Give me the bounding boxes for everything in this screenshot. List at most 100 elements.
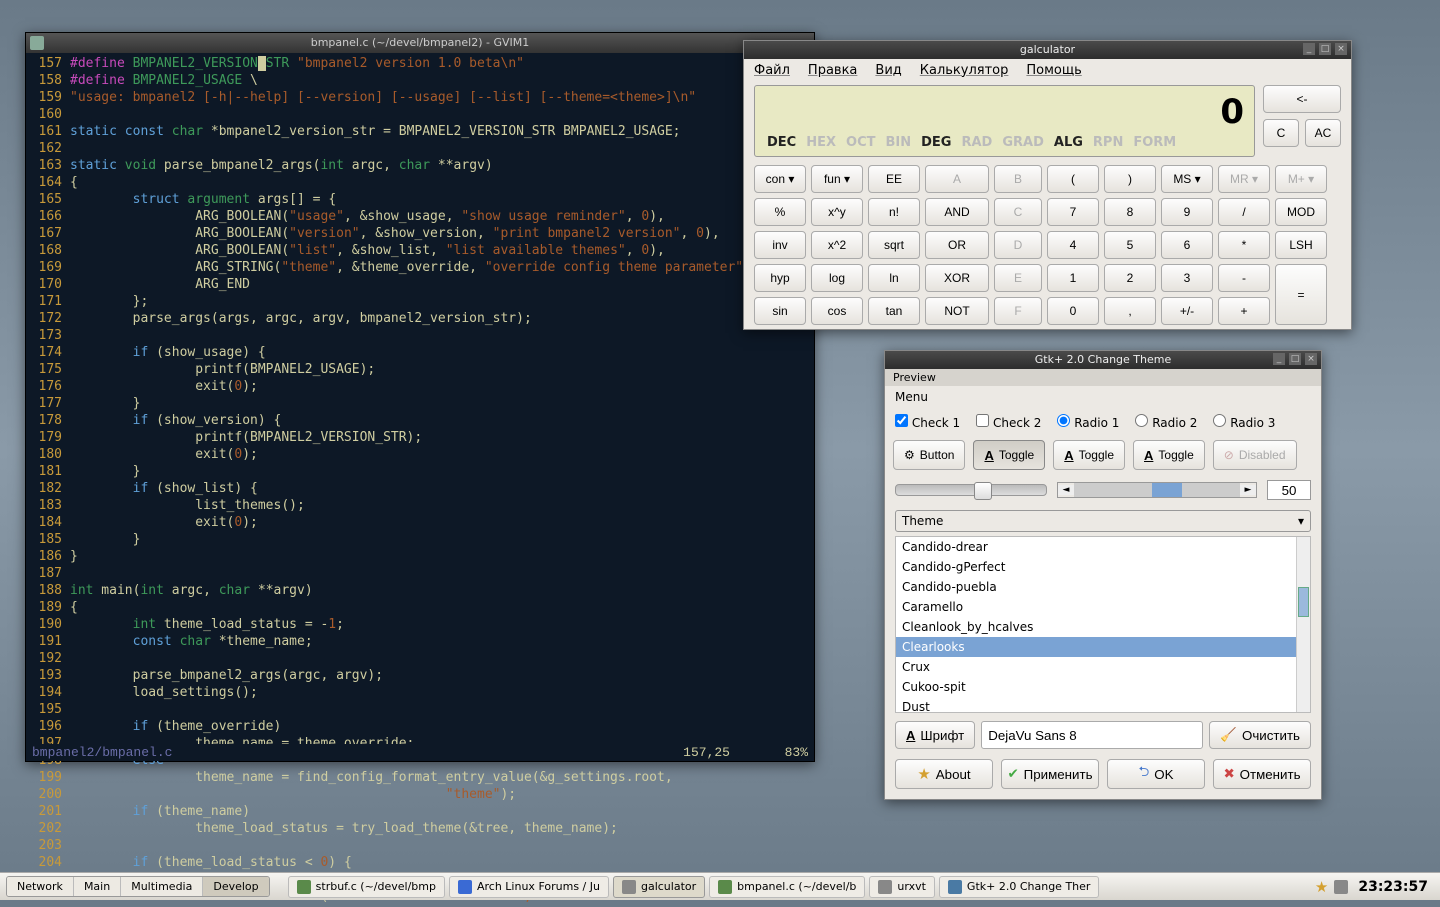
- list-item[interactable]: Candido-gPerfect: [896, 557, 1310, 577]
- calc-key[interactable]: NOT: [925, 297, 989, 325]
- task-button[interactable]: galculator: [613, 876, 705, 898]
- minimize-icon[interactable]: _: [1303, 43, 1315, 55]
- calc-key[interactable]: %: [754, 198, 806, 226]
- radio1[interactable]: Radio 1: [1057, 414, 1119, 430]
- close-icon[interactable]: ×: [1335, 43, 1347, 55]
- calc-key[interactable]: F: [994, 297, 1042, 325]
- workspace-tab[interactable]: Network: [7, 877, 74, 896]
- about-button[interactable]: ★About: [895, 759, 993, 789]
- theme-titlebar[interactable]: Gtk+ 2.0 Change Theme _ □ ×: [885, 351, 1321, 369]
- calc-key[interactable]: /: [1218, 198, 1270, 226]
- minimize-icon[interactable]: _: [1273, 353, 1285, 365]
- calc-key[interactable]: 8: [1104, 198, 1156, 226]
- calc-key[interactable]: 6: [1161, 231, 1213, 259]
- scroll-left-icon[interactable]: ◄: [1058, 485, 1074, 495]
- gvim-editor[interactable]: 157#define BMPANEL2_VERSION STR "bmpanel…: [26, 53, 814, 907]
- menu-item[interactable]: Файл: [754, 63, 790, 78]
- tray-app-icon[interactable]: [1334, 880, 1348, 894]
- calc-key[interactable]: MS ▾: [1161, 165, 1213, 193]
- apply-button[interactable]: ✔Применить: [1001, 759, 1099, 789]
- close-icon[interactable]: ×: [1305, 353, 1317, 365]
- calc-titlebar[interactable]: galculator _ □ ×: [744, 41, 1351, 59]
- calc-key[interactable]: tan: [868, 297, 920, 325]
- maximize-icon[interactable]: □: [1319, 43, 1331, 55]
- list-item[interactable]: Cleanlook_by_hcalves: [896, 617, 1310, 637]
- workspace-switcher[interactable]: NetworkMainMultimediaDevelop: [6, 876, 270, 897]
- calc-key[interactable]: D: [994, 231, 1042, 259]
- calc-key[interactable]: C: [994, 198, 1042, 226]
- calc-key[interactable]: M+ ▾: [1275, 165, 1327, 193]
- menu-item[interactable]: Правка: [808, 63, 857, 78]
- list-item[interactable]: Crux: [896, 657, 1310, 677]
- list-item[interactable]: Dust: [896, 697, 1310, 713]
- calc-key[interactable]: LSH: [1275, 231, 1327, 259]
- list-item[interactable]: Candido-drear: [896, 537, 1310, 557]
- check2[interactable]: Check 2: [976, 414, 1041, 430]
- calc-key[interactable]: 5: [1104, 231, 1156, 259]
- scrollbar[interactable]: ◄ ►: [1057, 482, 1257, 498]
- calc-key[interactable]: 3: [1161, 264, 1213, 292]
- theme-list[interactable]: Candido-drearCandido-gPerfectCandido-pue…: [895, 536, 1311, 713]
- calc-key[interactable]: ): [1104, 165, 1156, 193]
- calc-key[interactable]: +/-: [1161, 297, 1213, 325]
- calc-key[interactable]: 0: [1047, 297, 1099, 325]
- calc-key[interactable]: 9: [1161, 198, 1213, 226]
- calc-key[interactable]: n!: [868, 198, 920, 226]
- calc-key[interactable]: 2: [1104, 264, 1156, 292]
- list-item[interactable]: Clearlooks: [896, 637, 1310, 657]
- font-input[interactable]: [981, 721, 1203, 749]
- calc-key[interactable]: sqrt: [868, 231, 920, 259]
- task-button[interactable]: urxvt: [869, 876, 935, 898]
- task-button[interactable]: bmpanel.c (~/devel/b: [709, 876, 865, 898]
- gvim-titlebar[interactable]: bmpanel.c (~/devel/bmpanel2) - GVIM1: [26, 33, 814, 53]
- calc-key[interactable]: (: [1047, 165, 1099, 193]
- scroll-right-icon[interactable]: ►: [1240, 485, 1256, 495]
- calc-key[interactable]: fun ▾: [811, 165, 863, 193]
- check1[interactable]: Check 1: [895, 414, 960, 430]
- task-button[interactable]: Arch Linux Forums / Ju: [449, 876, 609, 898]
- radio2[interactable]: Radio 2: [1135, 414, 1197, 430]
- task-button[interactable]: Gtk+ 2.0 Change Ther: [939, 876, 1100, 898]
- calc-key[interactable]: MOD: [1275, 198, 1327, 226]
- calc-key[interactable]: XOR: [925, 264, 989, 292]
- calc-key[interactable]: cos: [811, 297, 863, 325]
- calc-key[interactable]: 7: [1047, 198, 1099, 226]
- calc-key[interactable]: sin: [754, 297, 806, 325]
- theme-combo[interactable]: Theme ▾: [895, 510, 1311, 532]
- calc-key[interactable]: B: [994, 165, 1042, 193]
- clear-button[interactable]: 🧹Очистить: [1209, 721, 1311, 749]
- calc-key[interactable]: +: [1218, 297, 1270, 325]
- calc-key[interactable]: con ▾: [754, 165, 806, 193]
- allclear-button[interactable]: AC: [1305, 119, 1341, 147]
- ok-button[interactable]: ⮌OK: [1107, 759, 1205, 789]
- calc-key[interactable]: inv: [754, 231, 806, 259]
- back-button[interactable]: <-: [1263, 85, 1341, 113]
- list-item[interactable]: Cukoo-spit: [896, 677, 1310, 697]
- workspace-tab[interactable]: Develop: [203, 877, 268, 896]
- toggle2-button[interactable]: Toggle: [1053, 440, 1125, 470]
- spin-input[interactable]: [1267, 480, 1311, 500]
- calc-key[interactable]: A: [925, 165, 989, 193]
- list-scrollbar[interactable]: [1296, 537, 1310, 712]
- equals-button[interactable]: =: [1275, 264, 1327, 325]
- radio3[interactable]: Radio 3: [1213, 414, 1275, 430]
- calc-key[interactable]: AND: [925, 198, 989, 226]
- toggle1-button[interactable]: Toggle: [973, 440, 1045, 470]
- calc-key[interactable]: E: [994, 264, 1042, 292]
- calc-key[interactable]: *: [1218, 231, 1270, 259]
- menu-item[interactable]: Вид: [875, 63, 901, 78]
- calc-key[interactable]: hyp: [754, 264, 806, 292]
- maximize-icon[interactable]: □: [1289, 353, 1301, 365]
- workspace-tab[interactable]: Main: [74, 877, 121, 896]
- workspace-tab[interactable]: Multimedia: [121, 877, 203, 896]
- menu-item[interactable]: Калькулятор: [920, 63, 1009, 78]
- calc-key[interactable]: x^2: [811, 231, 863, 259]
- clear-button[interactable]: C: [1263, 119, 1299, 147]
- menu-item[interactable]: Помощь: [1026, 63, 1081, 78]
- toggle3-button[interactable]: Toggle: [1133, 440, 1205, 470]
- sample-button[interactable]: ⚙Button: [893, 440, 965, 470]
- calc-key[interactable]: ,: [1104, 297, 1156, 325]
- tray-star-icon[interactable]: ★: [1315, 878, 1328, 896]
- calc-key[interactable]: EE: [868, 165, 920, 193]
- list-item[interactable]: Caramello: [896, 597, 1310, 617]
